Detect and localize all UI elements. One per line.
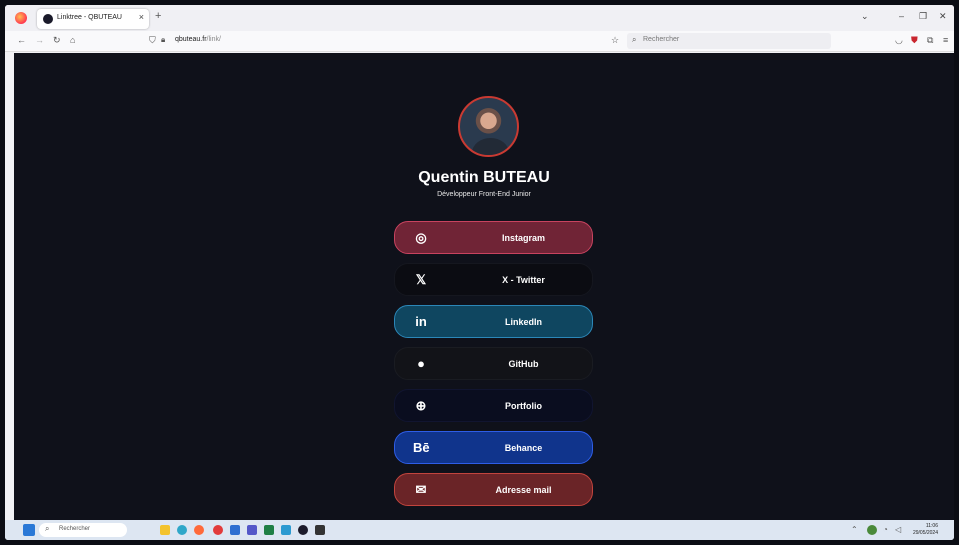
favicon-icon [43, 14, 53, 24]
linkedin-icon: in [415, 314, 427, 329]
browser-window: Linktree - QBUTEAU × + ⌄ – ❐ ✕ ← → ↻ ⌂ ⛉… [5, 5, 954, 540]
chevron-up-icon[interactable]: ⌃ [851, 525, 858, 534]
tab-linktree[interactable]: Linktree - QBUTEAU × [37, 9, 149, 29]
reload-button[interactable]: ↻ [53, 35, 61, 46]
navigation-bar: ← → ↻ ⌂ ⛉ 🔒︎ qbuteau.fr/link/ ☆ ⌕ Recher… [5, 31, 954, 52]
link-button-portfolio[interactable]: ⊕ Portfolio [394, 389, 593, 422]
profile-subtitle: Développeur Front-End Junior [437, 191, 531, 198]
tray-app-icon[interactable] [867, 525, 877, 535]
clock-date: 29/05/2024 [912, 530, 938, 536]
link-label: Instagram [501, 233, 545, 243]
minimize-button[interactable]: – [899, 11, 904, 21]
bookmark-star-icon[interactable]: ☆ [611, 35, 619, 46]
tab-close-button[interactable]: × [139, 12, 144, 22]
windows-start-icon[interactable] [23, 524, 35, 536]
url-host: qbuteau.fr [175, 36, 207, 43]
search-icon: ⌕ [632, 35, 637, 44]
link-label: X - Twitter [502, 275, 545, 285]
edge-icon[interactable] [177, 525, 187, 535]
link-label: LinkedIn [504, 317, 542, 327]
extensions-icon[interactable]: ⧉ [927, 35, 933, 46]
search-placeholder: Rechercher [643, 36, 680, 43]
url-path: /link/ [206, 36, 221, 43]
wifi-icon[interactable]: ◔ [883, 525, 888, 534]
profile-name: Quentin BUTEAU [418, 169, 550, 186]
menu-icon[interactable]: ≡ [943, 35, 948, 45]
url-text: qbuteau.fr/link/ [175, 36, 221, 43]
url-bar[interactable]: ⛉ 🔒︎ qbuteau.fr/link/ ☆ [145, 33, 623, 49]
github-icon: ● [417, 356, 425, 371]
link-button-x-twitter[interactable]: 𝕏 X - Twitter [394, 263, 593, 296]
search-icon: ⌕ [45, 524, 50, 533]
firefox-icon[interactable] [15, 12, 27, 24]
shield-icon[interactable]: ⛉ [149, 35, 156, 46]
ublock-icon[interactable]: ⛊ [911, 35, 918, 46]
taskbar-search[interactable]: ⌕ Rechercher [39, 523, 127, 537]
close-window-button[interactable]: ✕ [939, 11, 947, 22]
lock-icon[interactable]: 🔒︎ [161, 35, 165, 45]
tab-strip: Linktree - QBUTEAU × + ⌄ – ❐ ✕ [5, 5, 954, 31]
firefox-taskbar-icon[interactable] [194, 525, 204, 535]
link-button-behance[interactable]: Bē Behance [394, 431, 593, 464]
outlook-icon[interactable] [230, 525, 240, 535]
mail-icon: ✉ [415, 482, 427, 497]
link-button-instagram[interactable]: ◎ Instagram [394, 221, 593, 254]
link-label: Portfolio [505, 401, 542, 411]
forward-button[interactable]: → [35, 35, 44, 45]
volume-icon[interactable]: ◁ [895, 525, 901, 534]
tab-list-icon[interactable]: ⌄ [861, 11, 869, 22]
tab-title: Linktree - QBUTEAU [57, 14, 122, 21]
search-bar[interactable]: ⌕ Rechercher [627, 33, 831, 49]
taskbar-search-placeholder: Rechercher [59, 526, 91, 532]
link-button-github[interactable]: ● GitHub [394, 347, 593, 380]
app-icon[interactable] [213, 525, 223, 535]
link-button-adresse-mail[interactable]: ✉ Adresse mail [394, 473, 593, 506]
maximize-button[interactable]: ❐ [919, 11, 927, 22]
back-button[interactable]: ← [17, 35, 26, 45]
excel-icon[interactable] [264, 525, 274, 535]
pocket-icon[interactable]: ◡ [895, 35, 903, 46]
clock[interactable]: 11:06 29/05/2024 [913, 523, 938, 537]
taskbar: ⌕ Rechercher ⌃ ◔ ◁ 11:06 29/05/2024 [5, 520, 954, 540]
link-button-linkedin[interactable]: in LinkedIn [394, 305, 593, 338]
instagram-icon: ◎ [415, 230, 427, 245]
behance-icon: Bē [413, 440, 430, 455]
teams-icon[interactable] [247, 525, 257, 535]
app-icon[interactable] [281, 525, 291, 535]
avatar [458, 96, 519, 157]
linktree-page: Quentin BUTEAU Développeur Front-End Jun… [14, 53, 954, 520]
new-tab-button[interactable]: + [155, 10, 161, 22]
file-explorer-icon[interactable] [160, 525, 170, 535]
terminal-icon[interactable] [315, 525, 325, 535]
link-label: GitHub [508, 359, 539, 369]
clock-time: 11:06 [925, 523, 938, 529]
x-twitter-icon: 𝕏 [415, 272, 427, 287]
link-label: Behance [504, 443, 543, 453]
github-desktop-icon[interactable] [298, 525, 308, 535]
link-label: Adresse mail [495, 485, 552, 495]
globe-icon: ⊕ [415, 398, 427, 413]
home-icon[interactable]: ⌂ [70, 35, 75, 45]
